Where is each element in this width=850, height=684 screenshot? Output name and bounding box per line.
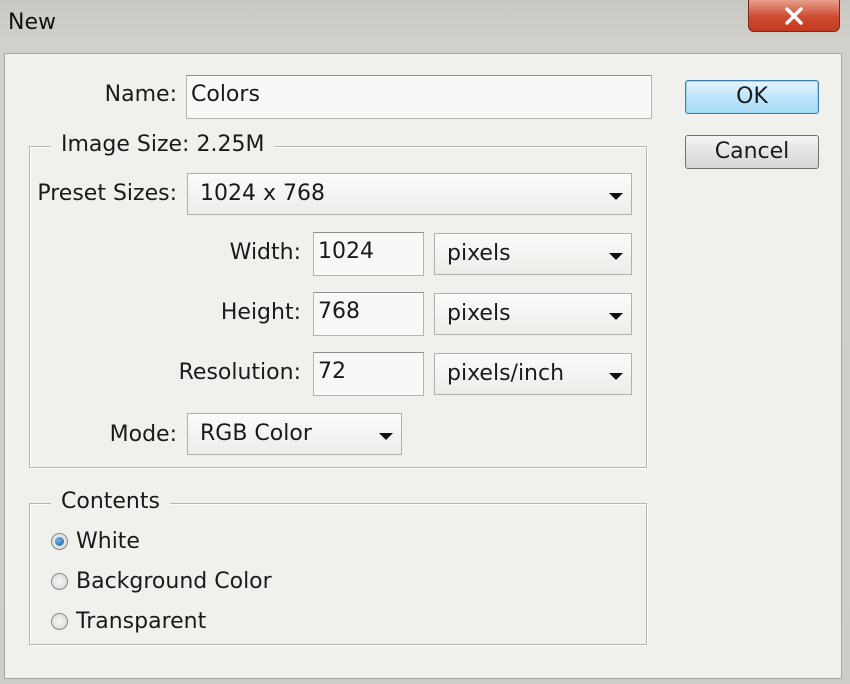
chevron-down-icon: [609, 253, 623, 260]
radio-label-white: White: [76, 528, 140, 554]
preset-sizes-value: 1024 x 768: [200, 181, 325, 206]
image-size-legend: Image Size: 2.25M: [51, 132, 275, 157]
radio-label-transparent: Transparent: [76, 608, 207, 634]
height-unit-select[interactable]: pixels: [434, 293, 632, 335]
radio-label-background-color: Background Color: [76, 568, 272, 594]
width-label: Width:: [229, 240, 301, 265]
chevron-down-icon: [609, 193, 623, 200]
chevron-down-icon: [609, 373, 623, 380]
resolution-unit-value: pixels/inch: [447, 361, 565, 386]
resolution-input[interactable]: 72: [313, 352, 424, 396]
chevron-down-icon: [379, 433, 393, 440]
radio-unselected-icon[interactable]: [51, 572, 68, 590]
height-input[interactable]: 768: [313, 292, 424, 336]
mode-value: RGB Color: [200, 421, 312, 446]
resolution-unit-select[interactable]: pixels/inch: [434, 353, 632, 395]
height-label: Height:: [220, 300, 301, 325]
chevron-down-icon: [609, 313, 623, 320]
cancel-button[interactable]: Cancel: [685, 135, 819, 169]
new-document-dialog: New Name: Colors OK Cancel Image Size: 2…: [0, 0, 850, 684]
preset-sizes-select[interactable]: 1024 x 768: [187, 173, 632, 215]
radio-selected-icon[interactable]: [51, 532, 68, 550]
contents-legend: Contents: [51, 489, 170, 514]
mode-select[interactable]: RGB Color: [187, 413, 402, 455]
close-icon: [785, 6, 803, 25]
resolution-label: Resolution:: [178, 360, 301, 385]
window-title: New: [8, 10, 56, 35]
mode-label: Mode:: [109, 422, 177, 447]
radio-option-transparent[interactable]: Transparent: [51, 606, 206, 636]
dialog-body: Name: Colors OK Cancel Image Size: 2.25M…: [4, 53, 842, 679]
name-input[interactable]: Colors: [186, 75, 652, 119]
name-label: Name:: [104, 82, 177, 107]
height-unit-value: pixels: [447, 301, 511, 326]
ok-button[interactable]: OK: [685, 80, 819, 114]
width-unit-value: pixels: [447, 241, 511, 266]
radio-unselected-icon[interactable]: [51, 612, 68, 630]
radio-option-white[interactable]: White: [51, 526, 140, 556]
width-input[interactable]: 1024: [313, 232, 424, 276]
radio-option-background-color[interactable]: Background Color: [51, 566, 272, 596]
width-unit-select[interactable]: pixels: [434, 233, 632, 275]
preset-sizes-label: Preset Sizes:: [37, 181, 177, 206]
close-button[interactable]: [748, 0, 840, 32]
title-bar[interactable]: New: [0, 0, 850, 52]
